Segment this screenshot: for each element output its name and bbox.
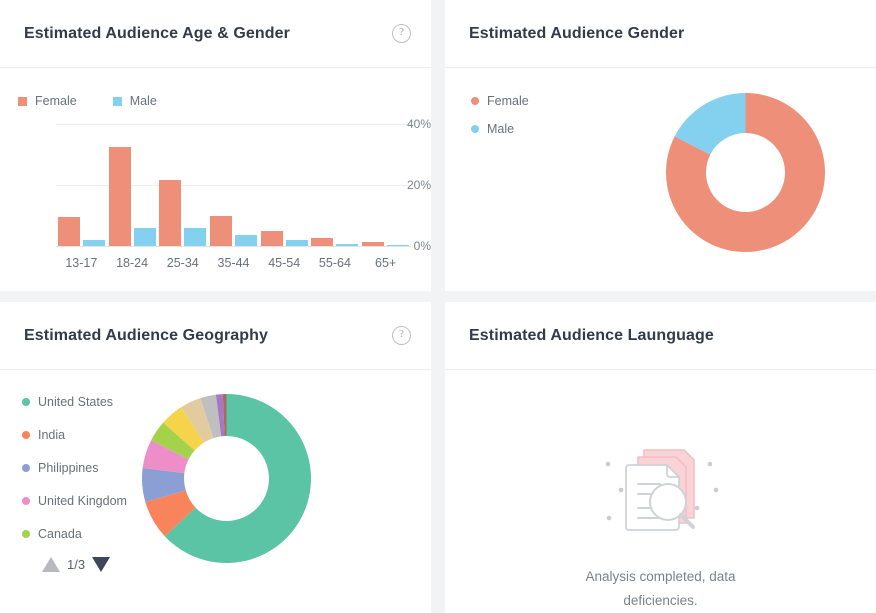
pagination-label: 1/3	[67, 557, 85, 572]
legend-label-male: Male	[487, 122, 514, 136]
bar-group[interactable]	[159, 180, 206, 246]
panel-gender-header: Estimated Audience Gender	[445, 0, 876, 68]
bar-chart-plot: 0% 20% 40% 13-1718-2425-3435-4445-5455-6465…	[0, 68, 431, 291]
x-axis-tick-label: 18-24	[105, 256, 160, 270]
legend-label: Philippines	[38, 461, 98, 475]
bar-male[interactable]	[235, 235, 257, 246]
legend-label-female: Female	[487, 94, 529, 108]
legend-dot	[22, 431, 30, 439]
bar-female[interactable]	[159, 180, 181, 246]
bar-female[interactable]	[311, 238, 333, 246]
list-item[interactable]: United Kingdom	[22, 494, 127, 508]
legend-label: Canada	[38, 527, 82, 541]
y-axis-tick-label: 20%	[385, 178, 431, 192]
legend-dot	[22, 398, 30, 406]
bar-female[interactable]	[58, 217, 80, 246]
geography-donut-chart[interactable]	[142, 394, 311, 568]
y-axis-tick-label: 0%	[385, 239, 431, 253]
panel-age-gender-body: Female Male 0%20%40%13-1718-2425-3435-44…	[0, 68, 431, 291]
x-axis-tick-label: 65+	[358, 256, 413, 270]
bar-group[interactable]	[261, 231, 308, 246]
empty-state-message: Analysis completed, data deficiencies.	[566, 565, 756, 612]
bar-male[interactable]	[134, 228, 156, 246]
bar-male[interactable]	[184, 228, 206, 246]
page-title: Estimated Audience Age & Gender	[24, 24, 290, 43]
page-title: Estimated Audience Gender	[469, 24, 684, 43]
page-title: Estimated Audience Launguage	[469, 326, 714, 345]
bar-male[interactable]	[83, 240, 105, 246]
list-item[interactable]: Philippines	[22, 461, 127, 475]
bar-male[interactable]	[286, 240, 308, 246]
legend-dot-female	[471, 97, 479, 105]
panel-geography-header: Estimated Audience Geography ?	[0, 302, 431, 370]
panel-language-body: Analysis completed, data deficiencies.	[445, 370, 876, 613]
x-axis-tick-label: 45-54	[257, 256, 312, 270]
bar-group[interactable]	[109, 147, 156, 246]
x-axis-tick-label: 13-17	[54, 256, 109, 270]
panel-age-gender-header: Estimated Audience Age & Gender ?	[0, 0, 431, 68]
panel-gender: Estimated Audience Gender Female Male	[445, 0, 876, 291]
bar-female[interactable]	[362, 242, 384, 246]
panel-geography-body: United States India Philippines United King…	[0, 370, 431, 613]
help-icon[interactable]: ?	[392, 326, 411, 345]
x-axis-tick-label: 25-34	[155, 256, 210, 270]
x-axis-tick-label: 35-44	[206, 256, 261, 270]
gridline	[56, 246, 411, 247]
legend-label: India	[38, 428, 65, 442]
panel-geography: Estimated Audience Geography ? United St…	[0, 302, 431, 613]
legend-label: United States	[38, 395, 113, 409]
legend-label: United Kingdom	[38, 494, 127, 508]
list-item[interactable]: Canada	[22, 527, 127, 541]
bar-female[interactable]	[261, 231, 283, 246]
bar-male[interactable]	[336, 244, 358, 246]
page-title: Estimated Audience Geography	[24, 326, 268, 345]
panel-age-gender: Estimated Audience Age & Gender ? Female…	[0, 0, 431, 291]
panel-language-header: Estimated Audience Launguage	[445, 302, 876, 370]
x-axis-tick-label: 55-64	[307, 256, 362, 270]
gender-donut-chart[interactable]	[666, 93, 825, 257]
panel-language: Estimated Audience Launguage	[445, 302, 876, 613]
triangle-down-icon[interactable]	[92, 557, 110, 572]
bar-group[interactable]	[362, 242, 409, 246]
empty-state: Analysis completed, data deficiencies.	[445, 432, 876, 612]
legend-item-female[interactable]: Female	[471, 94, 529, 108]
list-item[interactable]: India	[22, 428, 127, 442]
legend-dot	[22, 530, 30, 538]
geography-donut-legend: United States India Philippines United King…	[22, 395, 127, 541]
help-icon[interactable]: ?	[392, 24, 411, 43]
gridline	[56, 124, 411, 125]
list-item[interactable]: United States	[22, 395, 127, 409]
triangle-up-icon[interactable]	[42, 557, 60, 572]
bar-male[interactable]	[387, 245, 409, 247]
audience-dashboard: Estimated Audience Age & Gender ? Female…	[0, 0, 876, 602]
legend-dot	[22, 497, 30, 505]
y-axis-tick-label: 40%	[385, 117, 431, 131]
bar-group[interactable]	[58, 217, 105, 246]
panel-gender-body: Female Male	[445, 68, 876, 291]
documents-magnifier-icon	[596, 432, 726, 549]
bar-group[interactable]	[210, 216, 257, 246]
geography-pagination: 1/3	[42, 557, 110, 572]
bar-female[interactable]	[109, 147, 131, 246]
bar-female[interactable]	[210, 216, 232, 246]
gender-donut-legend: Female Male	[471, 94, 529, 136]
legend-dot	[22, 464, 30, 472]
legend-item-male[interactable]: Male	[471, 122, 529, 136]
legend-dot-male	[471, 125, 479, 133]
bar-group[interactable]	[311, 238, 358, 246]
